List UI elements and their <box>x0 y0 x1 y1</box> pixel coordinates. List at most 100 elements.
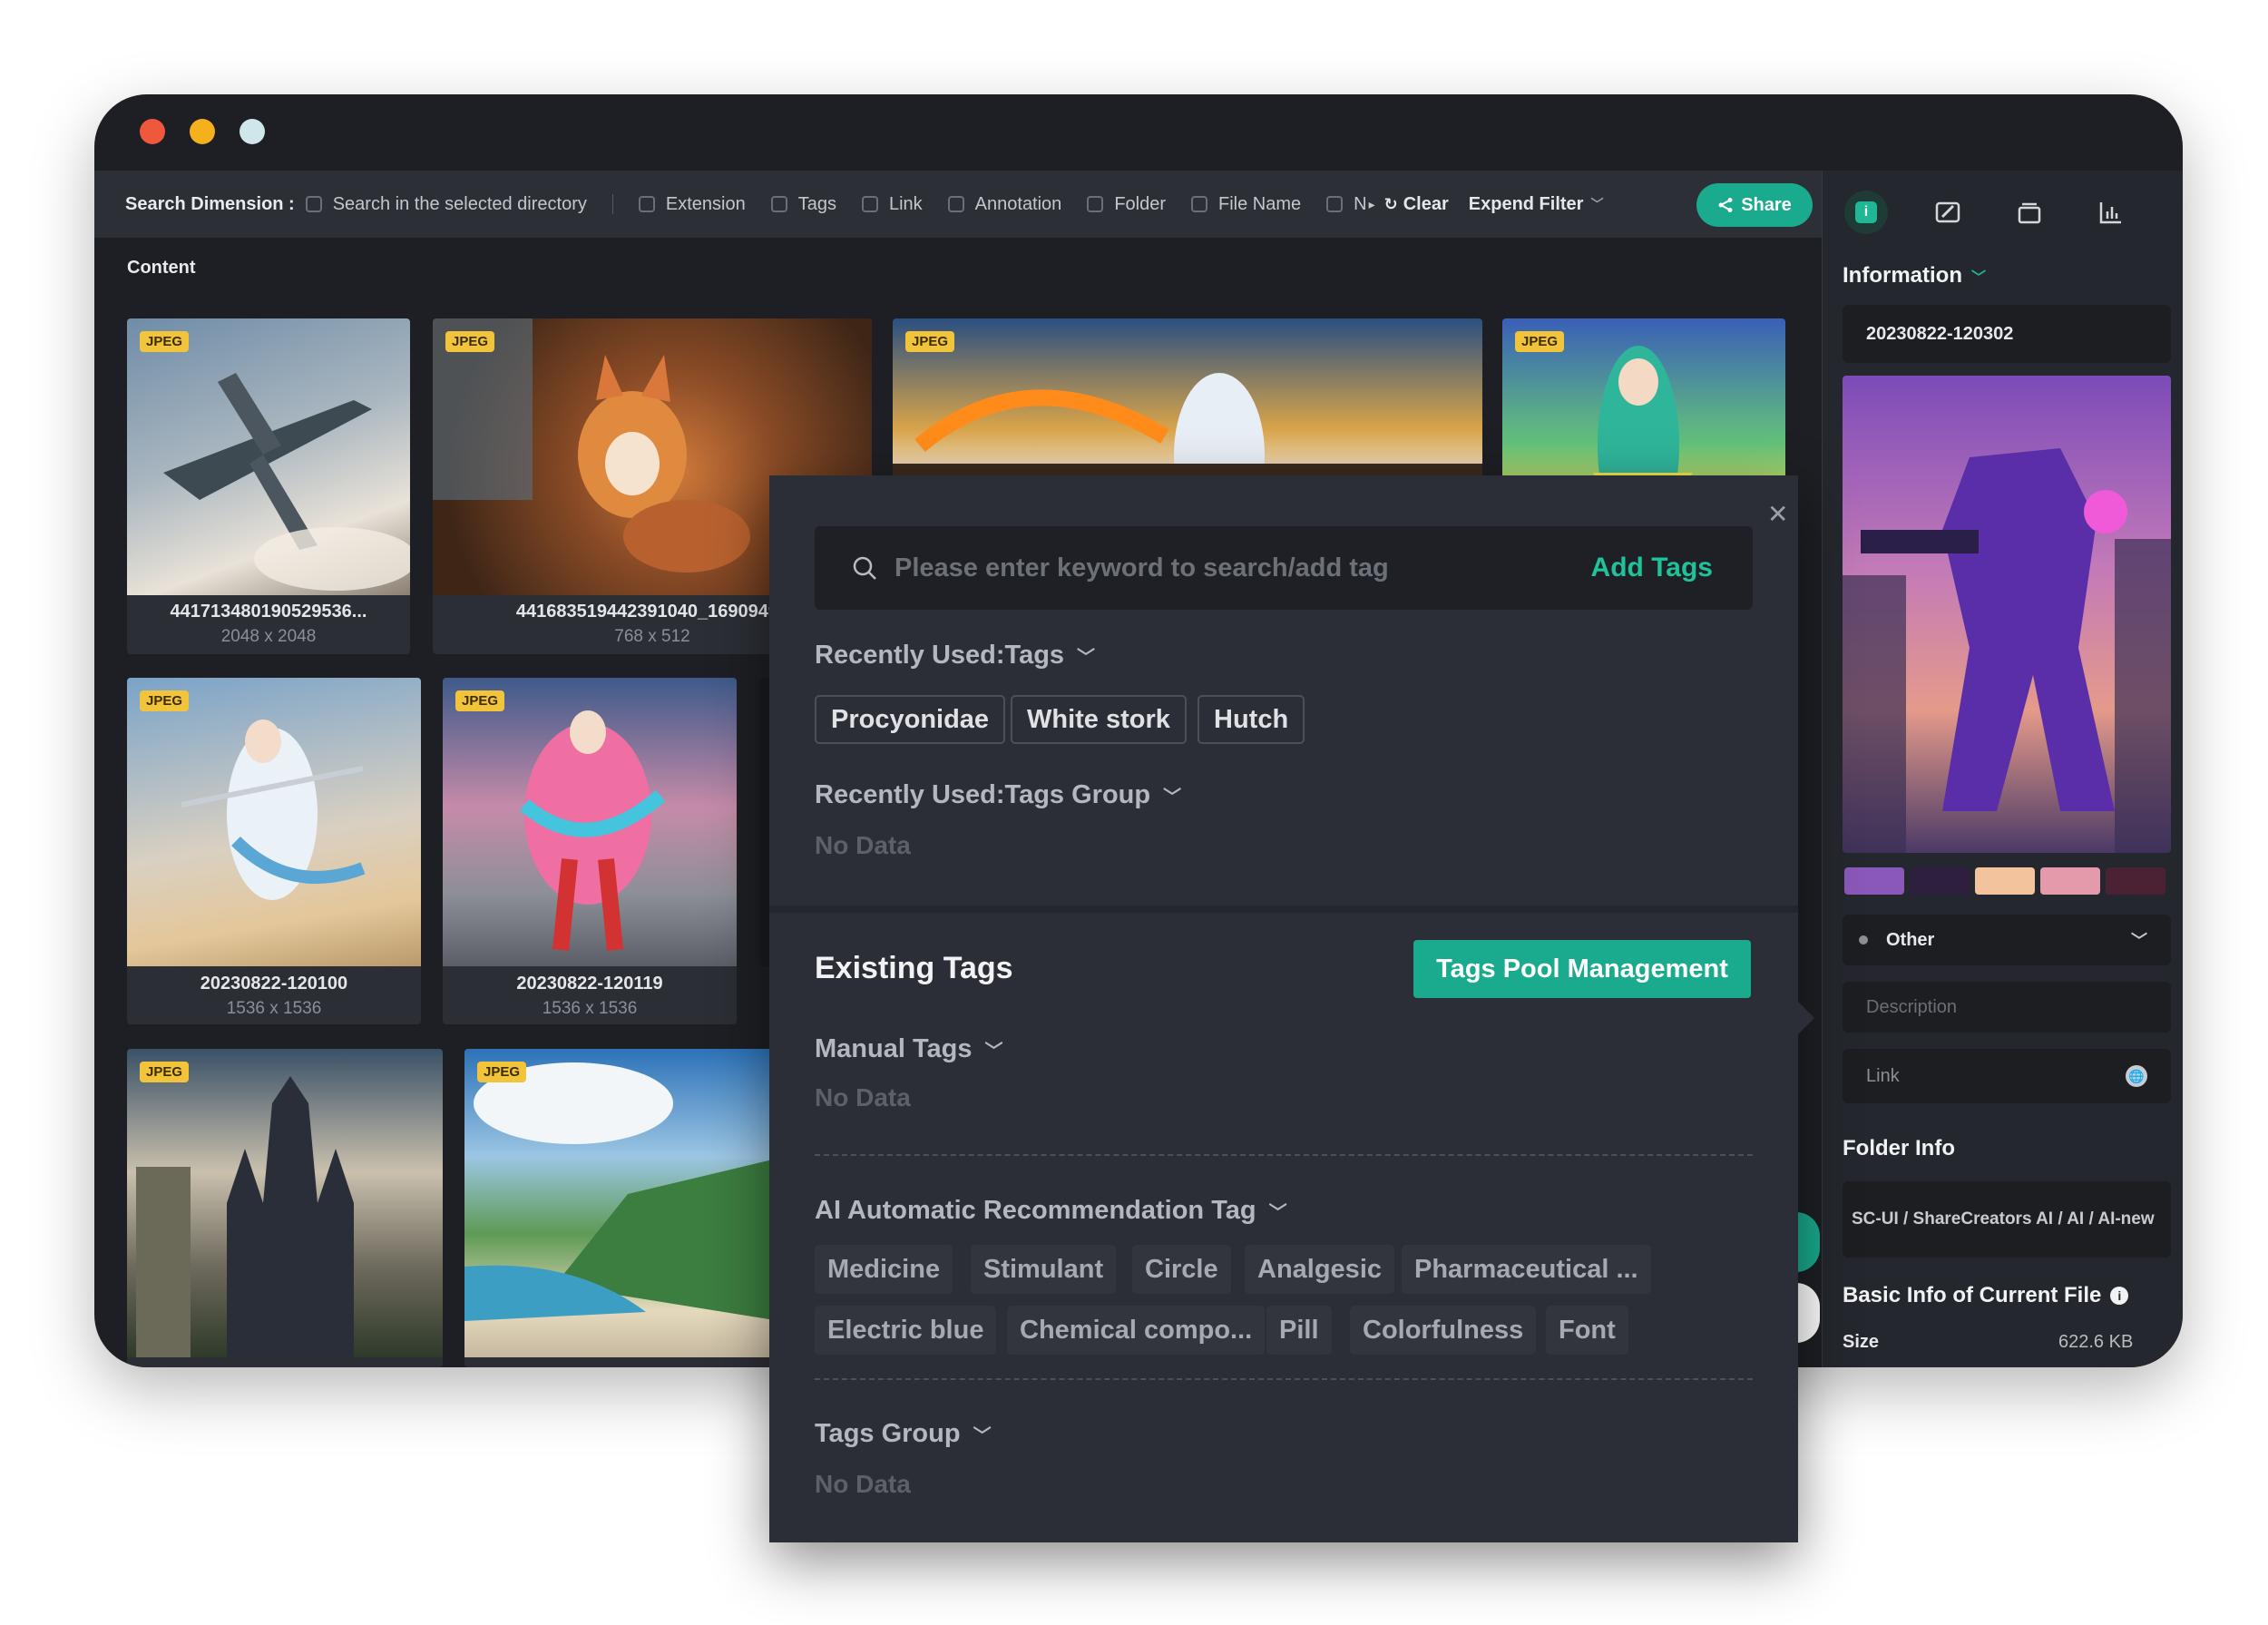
chevron-down-icon: ﹀ <box>984 1042 1003 1062</box>
bullet-icon <box>1859 935 1868 945</box>
filter-file-name[interactable]: File Name <box>1191 194 1301 215</box>
size-label: Size <box>1843 1332 1880 1352</box>
dashed-divider <box>815 1154 1753 1156</box>
no-data-text: No Data <box>815 831 911 859</box>
jpeg-badge: JPEG <box>477 1062 527 1082</box>
minimize-window-button[interactable] <box>190 119 215 144</box>
filter-folder[interactable]: Folder <box>1087 194 1166 215</box>
link-input[interactable]: Link 🌐 <box>1843 1049 2171 1103</box>
close-icon[interactable]: ✕ <box>1767 499 1788 529</box>
pink-dancer-artwork <box>519 710 666 951</box>
category-select[interactable]: Other ﹀ <box>1843 915 2171 965</box>
share-icon <box>1718 198 1733 212</box>
filter-extension[interactable]: Extension <box>638 194 746 215</box>
folder-path[interactable]: SC-UI / ShareCreators AI / AI / AI-new <box>1843 1181 2171 1258</box>
image-card[interactable]: JPEG 441713480190529536... 2048 x 2048 <box>127 318 410 654</box>
image-thumbnail <box>127 1049 443 1357</box>
filter-tags[interactable]: Tags <box>770 194 836 215</box>
recent-tag[interactable]: Hutch <box>1198 695 1305 744</box>
size-value: 622.6 KB <box>2058 1332 2134 1352</box>
color-swatch[interactable] <box>1844 867 1904 895</box>
caret-right-icon: ▸ <box>1368 196 1375 211</box>
edit-image-icon <box>1935 201 1960 223</box>
ai-tag[interactable]: Chemical compo... <box>1007 1306 1266 1355</box>
jpeg-badge: JPEG <box>905 331 955 352</box>
file-name: 20230822-120100 <box>200 974 348 994</box>
ai-tag[interactable]: Analgesic <box>1245 1245 1394 1294</box>
no-data-text: No Data <box>815 1083 911 1111</box>
annotation-tab[interactable] <box>1926 191 1970 234</box>
ai-tag[interactable]: Font <box>1546 1306 1628 1355</box>
recent-tag[interactable]: White stork <box>1011 695 1187 744</box>
airplane-artwork <box>163 373 410 591</box>
info-circle-icon[interactable]: i <box>2110 1287 2129 1305</box>
manual-tags-header[interactable]: Manual Tags ﹀ <box>815 1034 1003 1064</box>
layers-tab[interactable] <box>2008 191 2051 234</box>
image-thumbnail <box>127 318 410 595</box>
jpeg-badge: JPEG <box>445 331 495 352</box>
image-thumbnail <box>443 678 737 966</box>
file-name: 20230822-120119 <box>516 974 663 994</box>
tags-pool-management-button[interactable]: Tags Pool Management <box>1413 940 1751 998</box>
file-name: 441713480190529536... <box>170 602 367 622</box>
maximize-window-button[interactable] <box>240 119 265 144</box>
image-card[interactable]: JPEG 20230822-120100 1536 x 1536 <box>127 678 421 1024</box>
globe-icon[interactable]: 🌐 <box>2126 1065 2147 1087</box>
swordswoman-artwork <box>181 720 366 900</box>
filter-selected-directory[interactable]: Search in the selected directory <box>305 194 587 215</box>
add-tags-button[interactable]: Add Tags <box>1591 553 1713 583</box>
info-tab[interactable]: i <box>1844 191 1888 234</box>
file-name-field[interactable]: 20230822-120302 <box>1843 305 2171 363</box>
color-swatch[interactable] <box>2040 867 2100 895</box>
search-dimension-label: Search Dimension : <box>125 193 295 214</box>
dashed-divider <box>815 1378 1753 1380</box>
ai-tag[interactable]: Colorfulness <box>1350 1306 1537 1355</box>
toolbar-divider <box>611 194 613 214</box>
no-data-text: No Data <box>815 1470 911 1498</box>
expand-filter-button[interactable]: Expend Filter ﹀ <box>1469 194 1604 215</box>
filter-link[interactable]: Link <box>861 194 923 215</box>
filter-more[interactable]: N ▸ <box>1326 194 1375 215</box>
chevron-down-icon: ﹀ <box>1163 788 1182 808</box>
tags-group-header[interactable]: Tags Group ﹀ <box>815 1419 992 1449</box>
close-window-button[interactable] <box>140 119 165 144</box>
bar-chart-icon <box>2099 202 2121 224</box>
recent-tags-group-header[interactable]: Recently Used:Tags Group ﹀ <box>815 780 1181 810</box>
image-card[interactable]: JPEG <box>127 1049 443 1367</box>
tag-search-input[interactable]: Please enter keyword to search/add tag A… <box>815 526 1753 610</box>
information-dropdown[interactable]: Information ﹀ <box>1843 263 1986 289</box>
chevron-down-icon: ﹀ <box>1590 197 1604 211</box>
color-swatch[interactable] <box>1910 867 1970 895</box>
image-card[interactable]: JPEG 20230822-120119 1536 x 1536 <box>443 678 737 1024</box>
ai-tag[interactable]: Stimulant <box>971 1245 1117 1294</box>
image-card[interactable]: JPEG <box>464 1049 780 1367</box>
color-swatch[interactable] <box>1975 867 2035 895</box>
filter-annotation[interactable]: Annotation <box>947 194 1061 215</box>
recent-tags-header[interactable]: Recently Used:Tags ﹀ <box>815 641 1095 671</box>
image-thumbnail <box>127 678 421 966</box>
ai-tag[interactable]: Pharmaceutical ... <box>1402 1245 1651 1294</box>
image-thumbnail <box>464 1049 780 1357</box>
jpeg-badge: JPEG <box>140 331 190 352</box>
jpeg-badge: JPEG <box>140 1062 190 1082</box>
ai-tag[interactable]: Medicine <box>815 1245 953 1294</box>
ai-tag[interactable]: Circle <box>1132 1245 1231 1294</box>
jpeg-badge: JPEG <box>140 690 190 711</box>
tag-popup: ✕ Please enter keyword to search/add tag… <box>769 475 1814 1542</box>
ai-tag[interactable]: Pill <box>1266 1306 1332 1355</box>
chevron-down-icon: ﹀ <box>973 1426 992 1446</box>
search-icon <box>853 556 876 580</box>
file-dimensions: 1536 x 1536 <box>226 999 322 1018</box>
recent-tag[interactable]: Procyonidae <box>815 695 1006 744</box>
stats-tab[interactable] <box>2089 191 2133 234</box>
color-swatch[interactable] <box>2106 867 2165 895</box>
description-input[interactable]: Description <box>1843 982 2171 1033</box>
share-button[interactable]: Share <box>1696 183 1813 227</box>
ai-recommendation-header[interactable]: AI Automatic Recommendation Tag ﹀ <box>815 1196 1287 1226</box>
popup-pointer <box>1798 1002 1814 1034</box>
folder-info-title: Folder Info <box>1843 1136 1955 1160</box>
coast-artwork <box>464 1062 780 1321</box>
ai-tag[interactable]: Electric blue <box>815 1306 997 1355</box>
clear-filter-button[interactable]: ↻ Clear <box>1384 194 1449 215</box>
jpeg-badge: JPEG <box>455 690 505 711</box>
